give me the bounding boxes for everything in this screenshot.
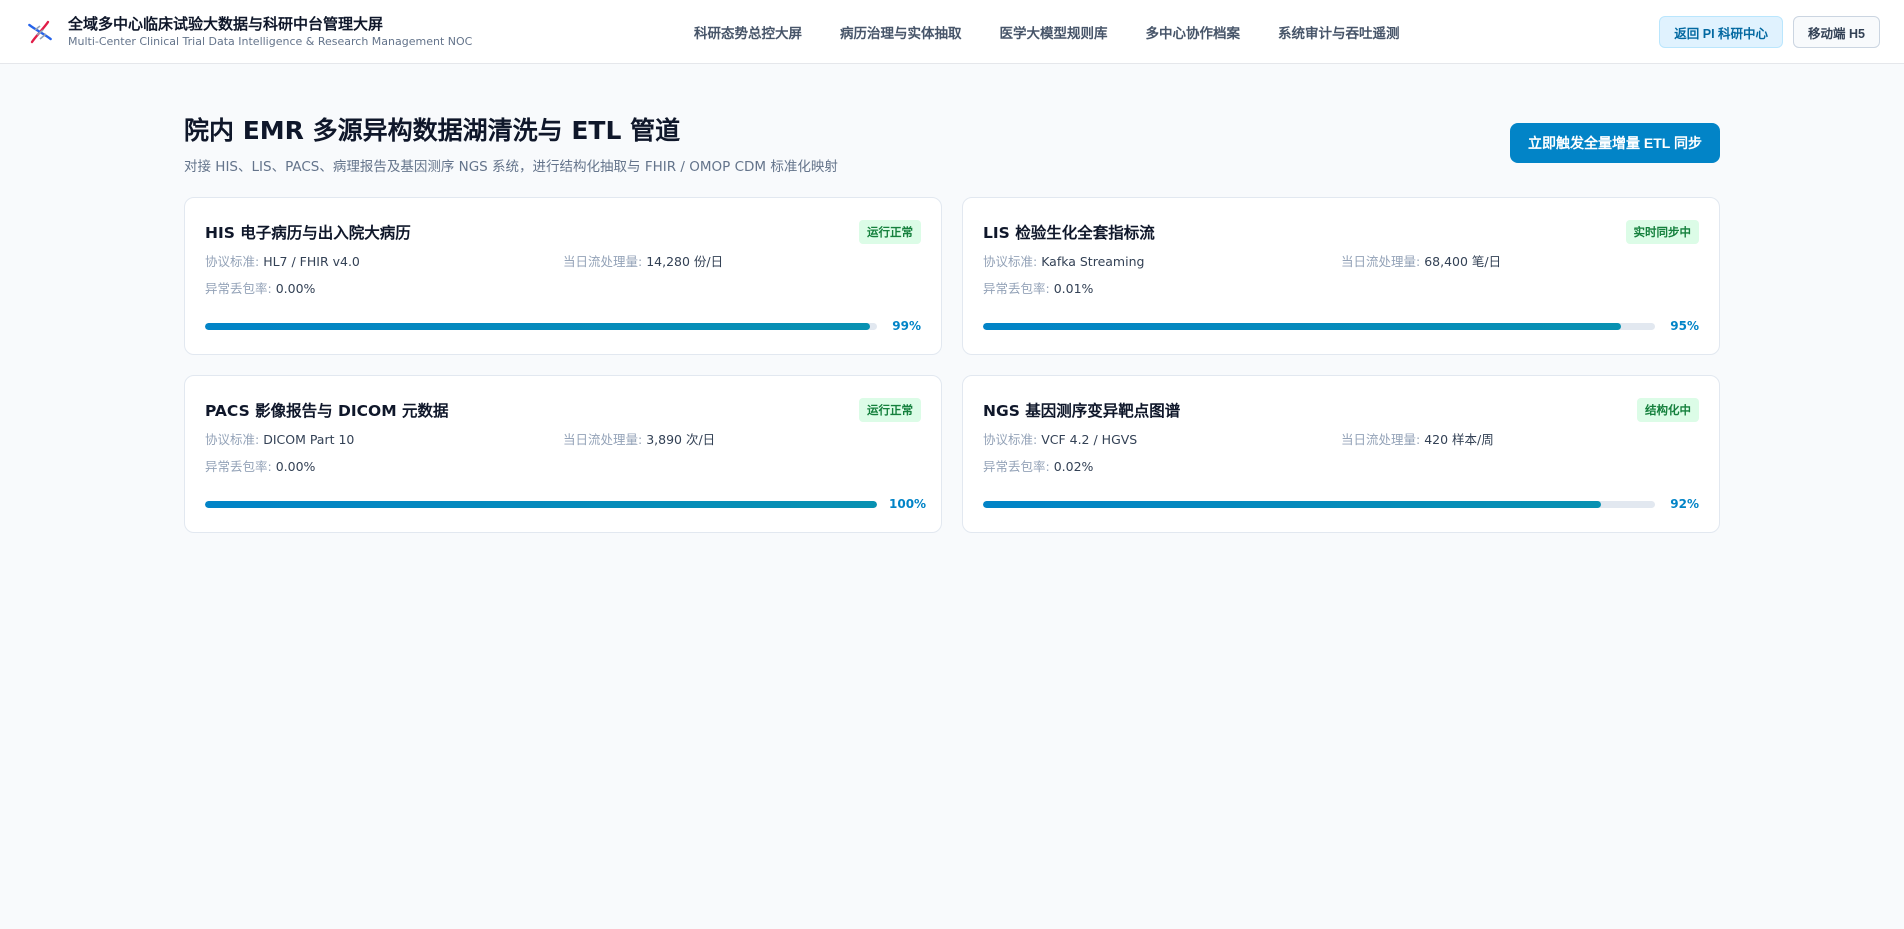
progress-bar: 100% [205,497,927,511]
throughput-field: 当日流处理量: 68,400 笔/日 [1341,254,1502,269]
page-subtitle: 对接 HIS、LIS、PACS、病理报告及基因测序 NGS 系统，进行结构化抽取… [184,159,838,175]
progress-percent: 92% [1670,497,1699,511]
protocol-field: 协议标准: Kafka Streaming [983,254,1145,269]
mobile-h5-button[interactable]: 移动端 H5 [1793,16,1880,48]
progress-percent: 100% [889,497,927,511]
progress-track [983,500,1655,508]
main-nav: 科研态势总控大屏 病历治理与实体抽取 医学大模型规则库 多中心协作档案 系统审计… [694,0,1400,64]
progress-percent: 95% [1670,319,1699,333]
progress-percent: 99% [892,319,921,333]
throughput-field: 当日流处理量: 3,890 次/日 [563,432,716,447]
throughput-field: 当日流处理量: 420 样本/周 [1341,432,1494,447]
loss-rate-field: 异常丢包率: 0.00% [205,281,316,296]
back-to-pi-center-button[interactable]: 返回 PI 科研中心 [1659,16,1784,48]
nav-item-emr-governance[interactable]: 病历治理与实体抽取 [840,22,962,42]
loss-rate-field: 异常丢包率: 0.00% [205,459,316,474]
app-subtitle: Multi-Center Clinical Trial Data Intelli… [68,35,473,48]
trigger-etl-sync-button[interactable]: 立即触发全量增量 ETL 同步 [1510,123,1720,163]
page-title: 院内 EMR 多源异构数据湖清洗与 ETL 管道 [184,116,681,145]
progress-fill [983,500,1602,508]
header-actions: 返回 PI 科研中心 移动端 H5 [1659,16,1880,48]
page-header: 院内 EMR 多源异构数据湖清洗与 ETL 管道 对接 HIS、LIS、PACS… [184,114,1720,175]
protocol-field: 协议标准: DICOM Part 10 [205,432,355,447]
progress-fill [205,500,877,508]
protocol-field: 协议标准: HL7 / FHIR v4.0 [205,254,360,269]
brand[interactable]: 全域多中心临床试验大数据与科研中台管理大屏 Multi-Center Clini… [26,14,472,49]
source-card-ngs[interactable]: NGS 基因测序变异靶点图谱 结构化中 协议标准: VCF 4.2 / HGVS… [962,375,1720,533]
progress-bar: 92% [983,497,1699,511]
status-badge: 实时同步中 [1625,220,1699,244]
card-title: LIS 检验生化全套指标流 [983,224,1155,242]
source-card-his[interactable]: HIS 电子病历与出入院大病历 运行正常 协议标准: HL7 / FHIR v4… [184,197,942,355]
progress-bar: 99% [205,319,921,333]
card-title: HIS 电子病历与出入院大病历 [205,224,411,242]
card-title: NGS 基因测序变异靶点图谱 [983,402,1181,420]
progress-track [205,322,877,330]
status-badge: 运行正常 [859,398,921,422]
nav-item-llm-rules[interactable]: 医学大模型规则库 [1000,22,1108,42]
app-title: 全域多中心临床试验大数据与科研中台管理大屏 [68,15,384,33]
status-badge: 运行正常 [859,220,921,244]
protocol-field: 协议标准: VCF 4.2 / HGVS [983,432,1138,447]
nav-item-research-dashboard[interactable]: 科研态势总控大屏 [694,22,802,42]
top-bar: 全域多中心临床试验大数据与科研中台管理大屏 Multi-Center Clini… [0,0,1904,64]
throughput-field: 当日流处理量: 14,280 份/日 [563,254,724,269]
loss-rate-field: 异常丢包率: 0.02% [983,459,1094,474]
loss-rate-field: 异常丢包率: 0.01% [983,281,1094,296]
source-card-pacs[interactable]: PACS 影像报告与 DICOM 元数据 运行正常 协议标准: DICOM Pa… [184,375,942,533]
nav-item-multicenter-archive[interactable]: 多中心协作档案 [1146,22,1241,42]
source-card-lis[interactable]: LIS 检验生化全套指标流 实时同步中 协议标准: Kafka Streamin… [962,197,1720,355]
status-badge: 结构化中 [1637,398,1699,422]
source-card-grid: HIS 电子病历与出入院大病历 运行正常 协议标准: HL7 / FHIR v4… [184,197,1720,533]
nav-item-system-audit[interactable]: 系统审计与吞吐遥测 [1278,22,1400,42]
progress-fill [205,322,871,330]
dna-icon [28,20,52,43]
progress-bar: 95% [983,319,1699,333]
progress-track [983,322,1655,330]
progress-track [205,500,877,508]
progress-fill [983,322,1622,330]
card-title: PACS 影像报告与 DICOM 元数据 [205,402,449,420]
